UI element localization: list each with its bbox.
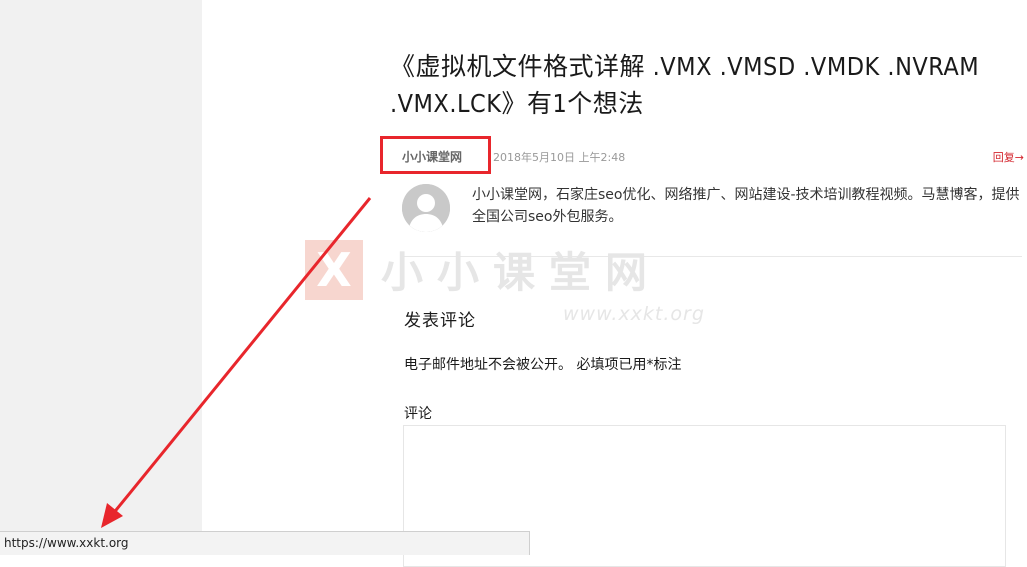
watermark-text: 小小课堂网	[381, 248, 662, 297]
comment-divider	[402, 256, 1022, 257]
reply-title: 发表评论	[404, 311, 476, 331]
author-highlight-box	[380, 136, 491, 174]
watermark-url: www.xxkt.org	[563, 303, 705, 325]
comments-title: 《虚拟机文件格式详解 .VMX .VMSD .VMDK .NVRAM .VMX.…	[390, 52, 980, 118]
comment-body: 小小课堂网，石家庄seo优化、网络推广、网站建设-技术培训教程视频。马慧博客，提…	[472, 187, 1020, 225]
status-bar-url: https://www.xxkt.org	[0, 531, 530, 555]
watermark-logo: X	[305, 240, 363, 300]
left-sidebar	[0, 0, 202, 555]
default-user-avatar-icon	[402, 184, 450, 232]
reply-button[interactable]: 回复→	[993, 149, 1024, 165]
comment-field-label: 评论	[404, 406, 432, 422]
comment-meta: 小小课堂网 2018年5月10日 上午2:48 回复→	[402, 148, 1024, 168]
comment-date-link[interactable]: 2018年5月10日 上午2:48	[493, 149, 625, 165]
watermark: X 小小课堂网 www.xxkt.org	[305, 237, 725, 337]
main-content: 《虚拟机文件格式详解 .VMX .VMSD .VMDK .NVRAM .VMX.…	[202, 0, 1027, 567]
comment-notes: 电子邮件地址不会被公开。 必填项已用*标注	[404, 357, 682, 373]
